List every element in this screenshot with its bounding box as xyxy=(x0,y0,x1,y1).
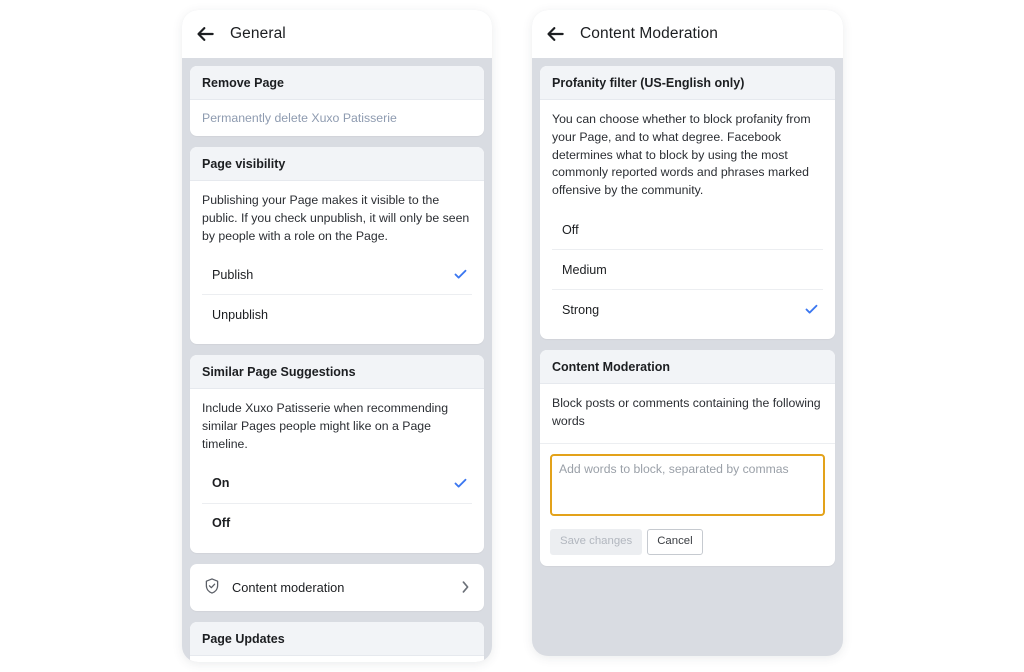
page-updates-description: Automatically publish posts when info is… xyxy=(190,656,484,662)
arrow-left-icon[interactable] xyxy=(196,24,216,44)
block-words-field-wrap xyxy=(540,442,835,521)
card-remove-page: Remove Page Permanently delete Xuxo Pati… xyxy=(190,66,484,136)
option-on-label: On xyxy=(212,476,230,491)
option-medium[interactable]: Medium xyxy=(552,249,823,289)
option-strong-label: Strong xyxy=(562,302,600,317)
save-changes-button[interactable]: Save changes xyxy=(550,528,643,555)
check-icon xyxy=(805,304,818,314)
check-icon xyxy=(454,270,467,280)
left-topbar: General xyxy=(182,10,492,58)
card-header-remove-page: Remove Page xyxy=(190,66,484,100)
card-header-page-visibility: Page visibility xyxy=(190,147,484,181)
right-topbar: Content Moderation xyxy=(532,10,843,58)
option-off[interactable]: Off xyxy=(552,210,823,249)
nav-row-label: Content moderation xyxy=(232,579,345,595)
option-strong[interactable]: Strong xyxy=(552,289,823,329)
nav-row-content-moderation[interactable]: Content moderation xyxy=(190,563,484,611)
screenshot-stage: General Remove Page Permanently delete X… xyxy=(0,0,1024,672)
card-page-visibility: Page visibility Publishing your Page mak… xyxy=(190,147,484,345)
page-visibility-options: Publish Unpublish xyxy=(190,255,484,334)
similar-page-options: On Off xyxy=(190,464,484,543)
option-unpublish-label: Unpublish xyxy=(212,307,269,322)
chevron-right-icon xyxy=(462,581,469,594)
option-off[interactable]: Off xyxy=(202,502,472,543)
left-scroll-area[interactable]: Remove Page Permanently delete Xuxo Pati… xyxy=(182,58,492,662)
page-title: Content Moderation xyxy=(580,25,718,42)
card-header-page-updates: Page Updates xyxy=(190,621,484,656)
block-words-input[interactable] xyxy=(550,453,825,516)
option-off-label: Off xyxy=(212,516,231,531)
arrow-left-icon[interactable] xyxy=(546,24,566,44)
card-header-similar-page-suggestions: Similar Page Suggestions xyxy=(190,355,484,390)
page-title: General xyxy=(230,25,286,42)
check-icon xyxy=(454,478,467,488)
option-medium-label: Medium xyxy=(562,262,607,277)
card-content-moderation: Content Moderation Block posts or commen… xyxy=(540,350,835,566)
right-scroll-area[interactable]: Profanity filter (US-English only) You c… xyxy=(532,58,843,566)
card-profanity-filter: Profanity filter (US-English only) You c… xyxy=(540,66,835,340)
card-page-updates: Page Updates Automatically publish posts… xyxy=(190,621,484,662)
card-similar-page-suggestions: Similar Page Suggestions Include Xuxo Pa… xyxy=(190,355,484,553)
content-moderation-actions: Save changes Cancel xyxy=(540,521,835,566)
option-off-label: Off xyxy=(562,222,579,237)
left-phone-panel: General Remove Page Permanently delete X… xyxy=(182,10,492,662)
delete-page-link[interactable]: Permanently delete Xuxo Patisserie xyxy=(190,100,484,136)
similar-page-description: Include Xuxo Patisserie when recommendin… xyxy=(202,401,449,452)
shield-check-icon xyxy=(203,577,221,598)
content-moderation-description: Block posts or comments containing the f… xyxy=(552,396,821,428)
option-unpublish[interactable]: Unpublish xyxy=(202,294,472,334)
card-header-content-moderation: Content Moderation xyxy=(540,350,835,385)
card-header-profanity-filter: Profanity filter (US-English only) xyxy=(540,66,835,100)
right-phone-panel: Content Moderation Profanity filter (US-… xyxy=(532,10,843,656)
option-publish[interactable]: Publish xyxy=(202,255,472,294)
cancel-button[interactable]: Cancel xyxy=(647,528,703,555)
option-on[interactable]: On xyxy=(202,464,472,503)
profanity-filter-options: Off Medium Strong xyxy=(540,210,835,329)
profanity-filter-description: You can choose whether to block profanit… xyxy=(552,112,811,198)
page-visibility-description: Publishing your Page makes it visible to… xyxy=(202,193,470,243)
option-publish-label: Publish xyxy=(212,267,254,282)
